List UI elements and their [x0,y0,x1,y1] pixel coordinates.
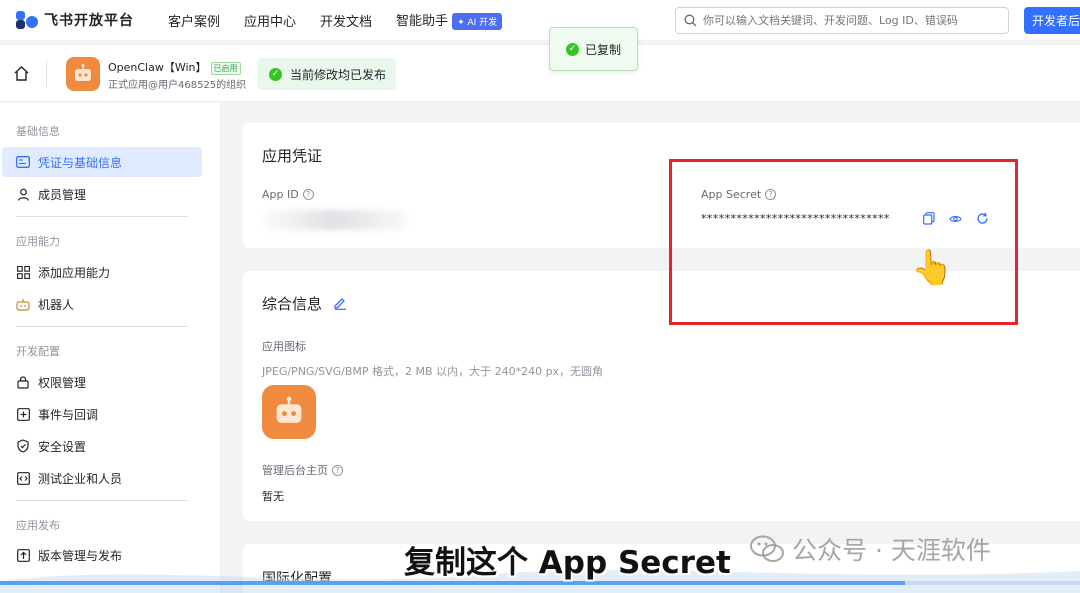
sidebar-item-members[interactable]: 成员管理 [2,179,202,209]
app-icon-hint: JPEG/PNG/SVG/BMP 格式，2 MB 以内，大于 240*240 p… [262,365,604,378]
homepage-label-row: 管理后台主页 ? [262,462,343,478]
sidebar-item-label: 安全设置 [38,439,87,454]
app-avatar[interactable] [66,57,100,91]
app-header-bar: OpenClaw【Win】 已启用 正式应用@用户468525的组织 ✓ 当前修改… [0,44,1080,102]
question-icon[interactable]: ? [332,464,343,476]
search-box[interactable] [675,7,1009,34]
sidebar-item-label: 成员管理 [38,187,87,202]
sidebar-item-label: 事件与回调 [38,407,99,422]
robot-icon [75,64,91,81]
pointing-hand-icon: 👆 [911,248,954,288]
copied-toast: ✓ 已复制 [549,27,638,71]
logo-text: 飞书开放平台 [44,13,134,29]
ai-dev-badge: ✦ AI 开发 [452,13,503,30]
code-icon [16,471,30,485]
nav-smart-assistant-label: 智能助手 [396,14,449,29]
id-card-icon [16,155,30,169]
nav-dev-docs[interactable]: 开发文档 [320,11,372,30]
app-icon-upload[interactable] [262,385,316,439]
top-navbar: 飞书开放平台 客户案例 应用中心 开发文档 智能助手✦ AI 开发 开发者后台 [0,0,1080,40]
logo[interactable]: 飞书开放平台 [16,10,134,30]
edit-icon[interactable] [333,296,347,310]
question-icon[interactable]: ? [302,189,314,200]
sidebar-item-label: 测试企业和人员 [38,471,123,486]
app-id-label-row: App ID ? [262,188,314,201]
sidebar-section-title: 基础信息 [16,125,60,138]
toast-text: 已复制 [584,42,621,57]
app-org: 正式应用@用户468525的组织 [108,80,247,91]
sidebar-item-bot[interactable]: 机器人 [2,289,202,319]
divider [46,61,47,87]
app-id-value-blurred [262,210,407,230]
sidebar-section-title: 开发配置 [16,345,60,358]
developer-console-button[interactable]: 开发者后台 [1024,7,1080,34]
divider [16,216,188,217]
published-text: 当前修改均已发布 [290,67,387,82]
robot-icon [276,396,302,423]
sidebar-item-permissions[interactable]: 权限管理 [2,367,202,397]
robot-icon [16,297,30,311]
card-title: 综合信息 [262,295,323,313]
sidebar-item-add-capability[interactable]: 添加应用能力 [2,257,202,287]
homepage-label: 管理后台主页 [262,464,328,477]
shield-icon [16,439,30,453]
search-input[interactable] [703,14,993,27]
app-id-label: App ID [262,188,299,201]
sidebar-item-test-enterprise[interactable]: 测试企业和人员 [2,463,202,493]
divider [16,500,188,501]
watermark-text: 公众号 · 天涯软件 [792,536,991,565]
card-title: 应用凭证 [262,147,323,165]
sidebar-section-title: 应用发布 [16,519,60,532]
user-icon [16,187,30,201]
watermark: 公众号 · 天涯软件 [750,531,991,567]
feishu-logo-icon [16,11,38,29]
app-icon-label: 应用图标 [262,340,306,353]
sidebar-item-credentials[interactable]: 凭证与基础信息 [2,147,202,177]
nav-smart-assistant[interactable]: 智能助手 ✦ AI 开发 [396,10,503,30]
nav-app-center[interactable]: 应用中心 [244,11,296,30]
app-status-badge: 已启用 [210,62,241,75]
check-circle-icon: ✓ [565,42,579,56]
sidebar: 基础信息 凭证与基础信息 成员管理 应用能力 添加应用能力 机器人 开发配置 权… [0,103,221,593]
event-icon [16,407,30,421]
check-circle-icon: ✓ [269,67,282,81]
home-icon[interactable] [13,65,30,82]
nav-customer-cases[interactable]: 客户案例 [168,11,220,30]
video-subtitle: 复制这个 App Secret [404,545,731,581]
sidebar-item-label: 机器人 [38,297,75,312]
sidebar-item-security[interactable]: 安全设置 [2,431,202,461]
homepage-value: 暂无 [262,490,284,503]
app-name-text: OpenClaw【Win】 [108,61,207,74]
sidebar-item-label: 权限管理 [38,375,87,390]
sidebar-section-title: 应用能力 [16,235,60,248]
red-highlight-box [669,159,1018,325]
search-icon [684,14,697,27]
app-name: OpenClaw【Win】 已启用 [108,59,241,75]
lock-icon [16,375,30,389]
published-status: ✓ 当前修改均已发布 [257,58,396,90]
grid-icon [16,265,30,279]
divider [16,326,188,327]
sidebar-item-events[interactable]: 事件与回调 [2,399,202,429]
sidebar-item-label: 添加应用能力 [38,265,111,280]
wechat-icon [750,535,784,562]
sidebar-item-label: 凭证与基础信息 [38,155,123,170]
